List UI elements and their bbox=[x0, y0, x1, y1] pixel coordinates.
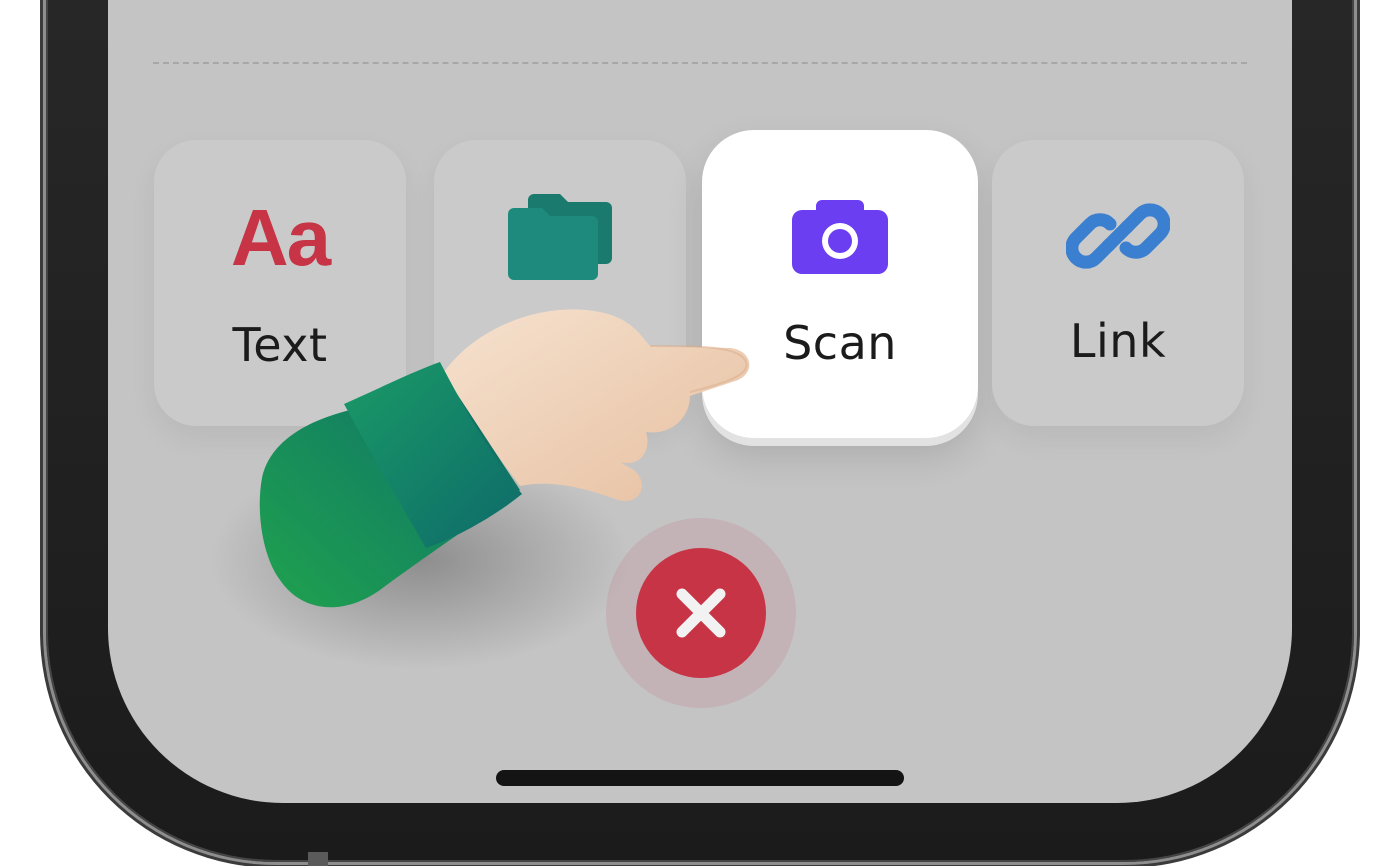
home-indicator bbox=[496, 770, 904, 786]
close-icon bbox=[676, 588, 726, 638]
phone-bottom-detail bbox=[308, 852, 328, 866]
phone-screen: Aa Text Files Scan Link bbox=[108, 0, 1292, 803]
tile-label-text: Text bbox=[232, 318, 328, 372]
text-icon: Aa bbox=[230, 193, 331, 282]
stage: Aa Text Files Scan Link bbox=[0, 0, 1400, 866]
tile-files[interactable]: Files bbox=[434, 140, 686, 426]
folder-icon bbox=[434, 190, 686, 282]
tile-label-files: Files bbox=[508, 318, 612, 372]
tile-scan[interactable]: Scan bbox=[702, 130, 978, 438]
tile-text[interactable]: Aa Text bbox=[154, 140, 406, 426]
tile-label-scan: Scan bbox=[783, 316, 897, 370]
tile-link[interactable]: Link bbox=[992, 140, 1244, 426]
link-icon bbox=[992, 184, 1244, 288]
close-button[interactable] bbox=[636, 548, 766, 678]
dashed-divider bbox=[153, 62, 1247, 64]
side-button-right bbox=[1354, 572, 1360, 590]
camera-icon bbox=[702, 196, 978, 276]
tile-label-link: Link bbox=[1069, 314, 1167, 368]
